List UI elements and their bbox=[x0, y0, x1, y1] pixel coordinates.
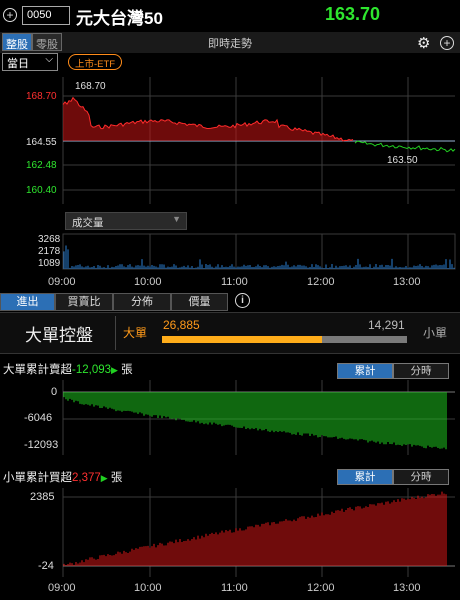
indicator-value: 成交量 bbox=[72, 217, 104, 229]
dropdown-arrow-icon: ▼ bbox=[172, 214, 181, 224]
arrow-right-icon: ▶ bbox=[111, 365, 118, 375]
small-y-label-min: -24 bbox=[38, 560, 54, 572]
indicator-select[interactable]: 成交量 ▼ bbox=[65, 212, 187, 230]
divider bbox=[115, 316, 116, 350]
vol-y-label-1: 3268 bbox=[38, 234, 61, 245]
tab-price-volume[interactable]: 價量 bbox=[171, 293, 228, 311]
time-label: 12:00 bbox=[307, 582, 335, 594]
low-annotation: 163.50 bbox=[387, 155, 418, 166]
big-chart-unit: 張 bbox=[121, 364, 133, 376]
volume-bars bbox=[63, 245, 455, 269]
small-y-label-max: 2385 bbox=[30, 491, 55, 503]
small-chart-value: 2,377 bbox=[72, 472, 101, 484]
small-order-bars bbox=[63, 491, 447, 566]
time-label: 13:00 bbox=[393, 276, 421, 288]
small-order-label: 小單 bbox=[423, 326, 448, 340]
time-label: 10:00 bbox=[134, 276, 162, 288]
big-chart-title-prefix: 大單累計賣超 bbox=[3, 364, 72, 376]
price-line-down bbox=[354, 140, 456, 153]
big-chart-value: -12,093 bbox=[72, 364, 112, 376]
vol-y-label-3: 1089 bbox=[38, 258, 61, 269]
small-chart-unit: 張 bbox=[110, 472, 123, 484]
small-chart-title-prefix: 小單累計買超 bbox=[3, 472, 72, 484]
high-annotation: 168.70 bbox=[75, 81, 106, 92]
tab-in-out[interactable]: 進出 bbox=[0, 293, 55, 311]
time-label: 10:00 bbox=[134, 582, 162, 594]
tab-buy-sell-ratio[interactable]: 買賣比 bbox=[55, 293, 113, 311]
big-chart-title: 大單累計賣超-12,093▶ 張 bbox=[3, 361, 133, 377]
control-title: 大單控盤 bbox=[25, 326, 93, 345]
big-order-label: 大單 bbox=[123, 326, 148, 340]
price-area-fill bbox=[63, 97, 353, 141]
big-y-label-mid: -6046 bbox=[24, 412, 53, 424]
time-label: 11:00 bbox=[221, 276, 248, 288]
ratio-bar bbox=[162, 336, 407, 343]
arrow-right-icon: ▶ bbox=[100, 473, 108, 483]
small-period-button[interactable]: 分時 bbox=[393, 469, 449, 485]
volume-grid bbox=[62, 233, 456, 270]
time-label: 09:00 bbox=[48, 582, 76, 594]
tab-distribution[interactable]: 分佈 bbox=[113, 293, 171, 311]
big-y-label-min: -12093 bbox=[24, 439, 59, 451]
big-order-value: 26,885 bbox=[163, 318, 200, 332]
time-label: 09:00 bbox=[48, 276, 76, 288]
small-chart-title: 小單累計買超2,377▶ 張 bbox=[3, 469, 122, 485]
big-order-bars bbox=[63, 392, 447, 450]
time-label: 13:00 bbox=[393, 582, 421, 594]
small-total-button[interactable]: 累計 bbox=[337, 469, 393, 485]
time-label: 12:00 bbox=[307, 276, 335, 288]
big-total-button[interactable]: 累計 bbox=[337, 363, 393, 379]
info-icon[interactable]: i bbox=[235, 293, 250, 308]
big-period-button[interactable]: 分時 bbox=[393, 363, 449, 379]
vol-y-label-2: 2178 bbox=[38, 246, 61, 257]
small-order-value: 14,291 bbox=[368, 318, 405, 332]
ratio-bar-fill bbox=[162, 336, 322, 343]
time-label: 11:00 bbox=[221, 582, 248, 594]
big-y-label-0: 0 bbox=[51, 386, 58, 398]
